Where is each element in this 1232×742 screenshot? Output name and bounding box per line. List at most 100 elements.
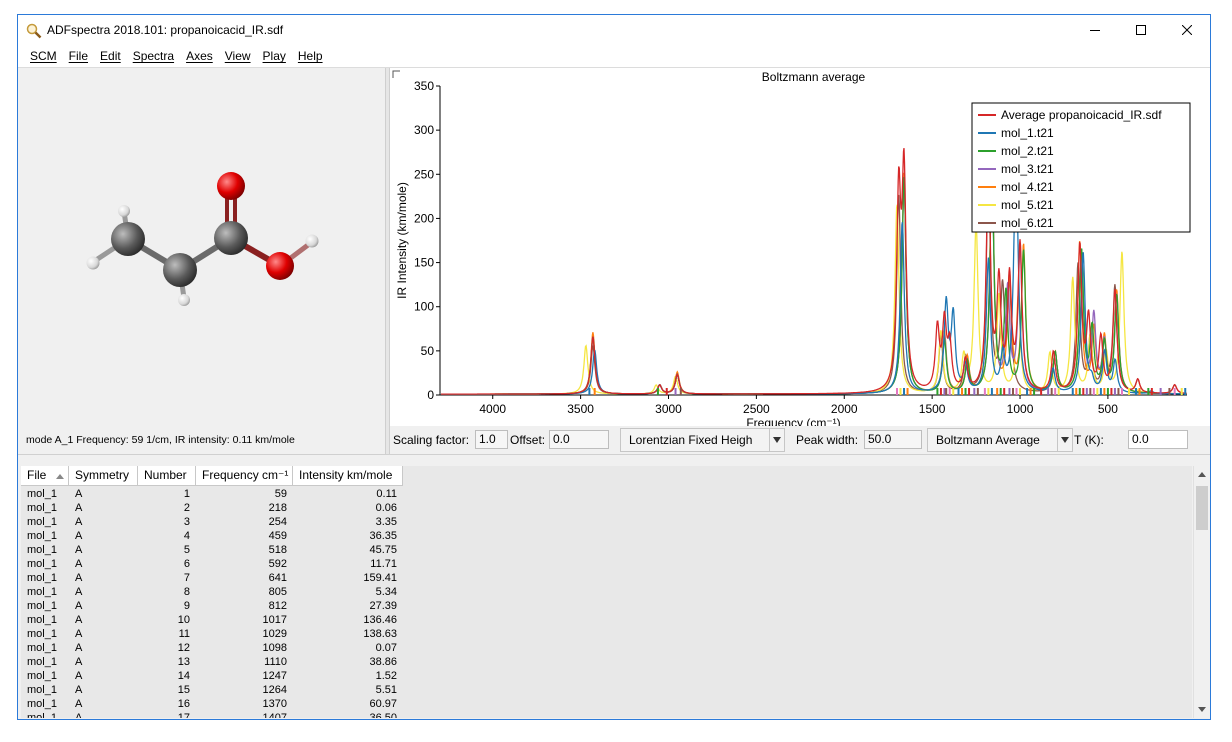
menu-edit[interactable]: Edit <box>94 49 127 63</box>
legend-entry[interactable]: mol_4.t21 <box>1001 180 1054 194</box>
table-row[interactable]: mol_1 A 4 459 36.35 <box>21 529 403 543</box>
average-mode-select[interactable]: Boltzmann Average <box>927 428 1063 452</box>
legend-entry[interactable]: Average propanoicacid_IR.sdf <box>1001 108 1162 122</box>
scaling-factor-input[interactable]: 1.0 <box>475 430 508 449</box>
legend-entry[interactable]: mol_2.t21 <box>1001 144 1054 158</box>
menu-axes[interactable]: Axes <box>180 49 219 63</box>
table-cell: A <box>75 516 83 528</box>
frequency-stick-mark <box>1082 388 1085 395</box>
table-row[interactable]: mol_1 A 7 641 159.41 <box>21 571 403 585</box>
molecule-viewer[interactable]: mode A_1 Frequency: 59 1/cm, IR intensit… <box>18 68 385 454</box>
table-cell: 1110 <box>264 656 287 668</box>
title-bar[interactable]: ADFspectra 2018.101: propanoicacid_IR.sd… <box>18 15 1210 45</box>
x-tick-label: 2000 <box>831 402 858 416</box>
average-mode-dropdown-arrow[interactable] <box>1057 428 1073 452</box>
column-header-frequency[interactable]: Frequency cm⁻¹ <box>196 466 293 486</box>
table-cell: mol_1 <box>27 502 57 514</box>
table-cell: A <box>75 586 83 598</box>
close-button[interactable] <box>1164 15 1210 45</box>
scroll-up-button[interactable] <box>1194 466 1210 483</box>
horizontal-splitter[interactable] <box>18 454 1210 460</box>
table-row[interactable]: mol_1 A 8 805 5.34 <box>21 585 403 599</box>
molecule-3d-view[interactable] <box>18 68 385 428</box>
table-cell: 254 <box>268 516 287 528</box>
x-axis-label: Frequency (cm⁻¹) <box>746 416 840 426</box>
spectrum-plot-panel[interactable]: Boltzmann average 0 50 100 150 200 250 300 350 40… <box>390 68 1211 430</box>
maximize-button[interactable] <box>1118 15 1164 45</box>
table-cell: A <box>75 544 83 556</box>
table-cell: mol_1 <box>27 712 57 718</box>
peak-width-input[interactable]: 50.0 <box>864 430 922 449</box>
column-header-number[interactable]: Number <box>138 466 196 486</box>
x-tick-label: 2500 <box>743 402 770 416</box>
table-cell: 38.86 <box>369 656 397 668</box>
menu-scm[interactable]: SCM <box>24 49 63 63</box>
oxygen-atom <box>266 252 294 280</box>
table-cell: 1407 <box>262 712 287 718</box>
frequency-stick-mark <box>899 388 902 395</box>
table-row[interactable]: mol_1 A 14 1247 1.52 <box>21 669 403 683</box>
menu-spectra[interactable]: Spectra <box>127 49 180 63</box>
minimize-button[interactable] <box>1072 15 1118 45</box>
table-scrollbar[interactable] <box>1193 466 1210 718</box>
table-row[interactable]: mol_1 A 6 592 11.71 <box>21 557 403 571</box>
table-header: File Symmetry Number Frequency cm⁻¹ Inte… <box>21 466 403 486</box>
modes-table[interactable]: File Symmetry Number Frequency cm⁻¹ Inte… <box>21 466 1192 718</box>
table-row[interactable]: mol_1 A 17 1407 36.50 <box>21 711 403 718</box>
legend-entry[interactable]: mol_5.t21 <box>1001 198 1054 212</box>
frequency-stick-mark <box>1011 388 1014 395</box>
table-row[interactable]: mol_1 A 5 518 45.75 <box>21 543 403 557</box>
table-cell: mol_1 <box>27 558 57 570</box>
table-cell: A <box>75 530 83 542</box>
app-window: ADFspectra 2018.101: propanoicacid_IR.sd… <box>17 14 1211 720</box>
carbon-atom <box>111 222 145 256</box>
legend-entry[interactable]: mol_1.t21 <box>1001 126 1054 140</box>
temperature-label: T (K): <box>1074 433 1104 447</box>
table-row[interactable]: mol_1 A 10 1017 136.46 <box>21 613 403 627</box>
column-header-file[interactable]: File <box>21 466 69 486</box>
table-row[interactable]: mol_1 A 1 59 0.11 <box>21 487 403 501</box>
table-cell: 3 <box>183 516 190 528</box>
table-cell: 7 <box>183 572 190 584</box>
table-row[interactable]: mol_1 A 11 1029 138.63 <box>21 627 403 641</box>
menu-file[interactable]: File <box>63 49 94 63</box>
table-row[interactable]: mol_1 A 3 254 3.35 <box>21 515 403 529</box>
table-cell: mol_1 <box>27 698 57 710</box>
x-tick-label: 3000 <box>655 402 682 416</box>
y-tick-label: 0 <box>427 388 434 402</box>
column-header-intensity[interactable]: Intensity km/mole <box>293 466 403 486</box>
legend-entry[interactable]: mol_6.t21 <box>1001 216 1054 230</box>
table-cell: 36.35 <box>369 530 397 542</box>
table-cell: 4 <box>183 530 190 542</box>
table-cell: mol_1 <box>27 544 57 556</box>
table-row[interactable]: mol_1 A 15 1264 5.51 <box>21 683 403 697</box>
menu-play[interactable]: Play <box>257 49 292 63</box>
table-row[interactable]: mol_1 A 16 1370 60.97 <box>21 697 403 711</box>
table-cell: 138.63 <box>363 628 397 640</box>
offset-input[interactable]: 0.0 <box>549 430 609 449</box>
table-cell: 60.97 <box>369 698 397 710</box>
legend-entry[interactable]: mol_3.t21 <box>1001 162 1054 176</box>
table-cell: 1.52 <box>375 670 397 682</box>
table-row[interactable]: mol_1 A 12 1098 0.07 <box>21 641 403 655</box>
scroll-down-button[interactable] <box>1194 701 1210 718</box>
table-row[interactable]: mol_1 A 2 218 0.06 <box>21 501 403 515</box>
frequency-stick-mark <box>976 388 979 395</box>
spectrum-chart[interactable]: Boltzmann average 0 50 100 150 200 250 300 350 40… <box>390 68 1211 430</box>
table-cell: 218 <box>268 502 287 514</box>
table-cell: 12 <box>177 642 190 654</box>
table-row[interactable]: mol_1 A 9 812 27.39 <box>21 599 403 613</box>
temperature-input[interactable]: 0.0 <box>1128 430 1188 449</box>
column-header-symmetry[interactable]: Symmetry <box>69 466 138 486</box>
menu-help[interactable]: Help <box>292 49 329 63</box>
table-row[interactable]: mol_1 A 13 1110 38.86 <box>21 655 403 669</box>
lineshape-select[interactable]: Lorentzian Fixed Heigh <box>620 428 770 452</box>
scrollbar-thumb[interactable] <box>1196 486 1208 530</box>
offset-label: Offset: <box>510 433 546 447</box>
lineshape-dropdown-arrow[interactable] <box>769 428 785 452</box>
table-cell: 459 <box>268 530 287 542</box>
hydrogen-atom <box>305 234 319 248</box>
menu-view[interactable]: View <box>219 49 257 63</box>
table-cell: 45.75 <box>369 544 397 556</box>
frequency-stick-mark <box>987 388 990 395</box>
